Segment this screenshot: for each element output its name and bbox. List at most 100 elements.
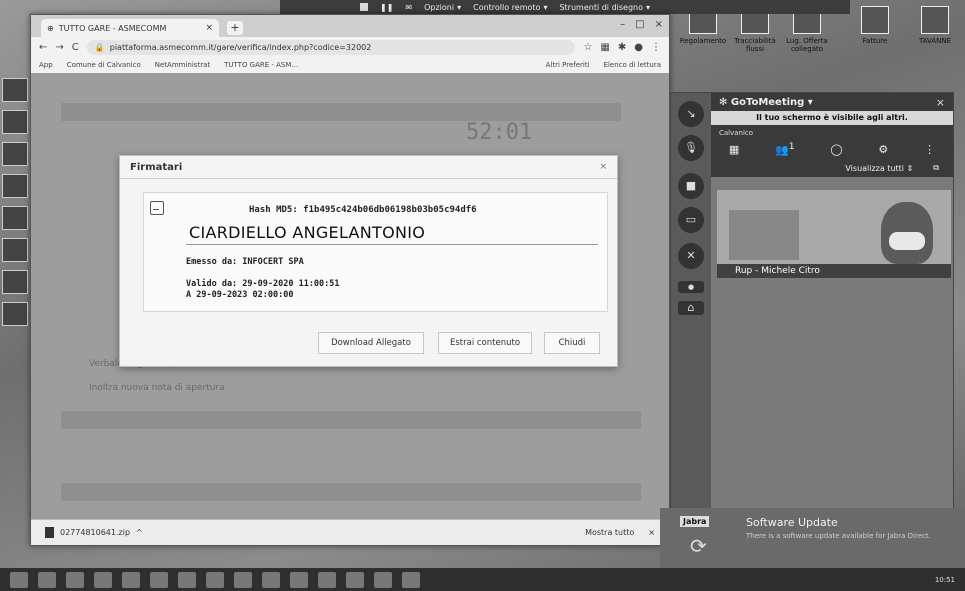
leave-meeting-icon[interactable]: ✕ <box>678 243 704 269</box>
refresh-icon: ⟳ <box>690 534 707 558</box>
desktop-item-label: Regolamento <box>679 37 727 45</box>
desktop-shortcut-icon[interactable] <box>2 142 28 166</box>
close-tab-icon[interactable]: × <box>205 23 213 33</box>
chevron-down-icon: ▾ <box>646 2 651 12</box>
collapse-icon[interactable]: ↘ <box>678 101 704 127</box>
taskbar-app-icon[interactable] <box>346 571 364 588</box>
toast-title: Software Update <box>746 516 838 529</box>
camera-icon[interactable]: ■ <box>678 173 704 199</box>
download-filename: 02774810641.zip <box>60 528 131 537</box>
desktop-shortcut-icon[interactable] <box>2 206 28 230</box>
extension-icon[interactable]: ▦ <box>600 42 609 53</box>
browser-tab[interactable]: ⊕ TUTTO GARE - ASMECOMM × <box>41 19 219 37</box>
video-background <box>729 210 799 260</box>
puzzle-icon[interactable]: ✱ <box>618 42 626 53</box>
remote-control-menu[interactable]: Controllo remoto ▾ <box>473 3 547 12</box>
chat-icon[interactable]: ✉ <box>405 3 412 12</box>
download-attachment-button[interactable]: Download Allegato <box>318 332 424 354</box>
toast-body: There is a software update available for… <box>746 532 931 540</box>
settings-icon[interactable]: ⚙ <box>878 143 888 156</box>
view-all-toggle[interactable]: Visualizza tutti ⇕ <box>845 164 913 173</box>
star-icon[interactable]: ☆ <box>583 42 592 53</box>
certificate-icon <box>150 201 164 215</box>
desktop-shortcut-icon[interactable] <box>2 302 28 326</box>
show-all-downloads-link[interactable]: Mostra tutto <box>585 528 634 537</box>
url-bar[interactable]: 🔒 piattaforma.asmecomm.it/gare/verifica/… <box>86 39 576 55</box>
bookmark-item[interactable]: Altri Preferiti <box>546 61 590 69</box>
lock-icon[interactable]: ⌂ <box>678 301 704 315</box>
menu-icon[interactable]: ⋮ <box>651 42 661 53</box>
participant-name: Rup - Michele Citro <box>717 264 951 278</box>
taskbar-app-icon[interactable] <box>206 571 224 588</box>
desktop-shortcut-icon[interactable] <box>2 174 28 198</box>
desktop-shortcut-icon[interactable] <box>2 110 28 134</box>
desktop-shortcut-icon[interactable] <box>2 238 28 262</box>
attendee-count: 1 <box>788 141 795 153</box>
taskbar-app-icon[interactable] <box>234 571 252 588</box>
download-item[interactable]: 02774810641.zip ^ <box>45 527 143 538</box>
window-controls: – □ × <box>620 19 663 30</box>
pause-icon[interactable]: ❚❚ <box>380 3 393 12</box>
grid-view-icon[interactable]: ▦ <box>729 143 739 156</box>
taskbar-app-icon[interactable] <box>178 571 196 588</box>
globe-icon: ⊕ <box>47 23 54 33</box>
dialog-close-button[interactable]: × <box>599 162 607 172</box>
reload-icon[interactable]: C <box>72 42 79 53</box>
extract-content-button[interactable]: Estrai contenuto <box>438 332 532 354</box>
taskbar-app-icon[interactable] <box>374 571 392 588</box>
view-options-row: Visualizza tutti ⇕ ⧉ <box>711 159 953 177</box>
desktop-shortcut-icon[interactable] <box>2 78 28 102</box>
bookmark-item[interactable]: Comune di Calvanico <box>67 61 141 69</box>
attendees-icon[interactable]: 👥1 <box>775 141 795 157</box>
close-button[interactable]: Chiudi <box>544 332 600 354</box>
maximize-icon[interactable]: □ <box>635 19 644 30</box>
microphone-icon[interactable]: 🎙 <box>678 135 704 161</box>
taskbar-app-icon[interactable] <box>402 571 420 588</box>
certificate-issuer: Emesso da: INFOCERT SPA <box>186 257 304 267</box>
video-tile[interactable]: Rup - Michele Citro <box>717 190 951 278</box>
back-icon[interactable]: ← <box>39 42 47 53</box>
bookmark-item[interactable]: NetAmministrat <box>155 61 210 69</box>
desktop-item-label: Tracciabilità flussi <box>734 37 776 53</box>
dialog-title: Firmatari <box>130 161 183 173</box>
screen-share-icon[interactable]: ▭ <box>678 207 704 233</box>
view-all-label: Visualizza tutti <box>845 163 905 173</box>
options-menu[interactable]: Opzioni ▾ <box>424 3 461 12</box>
taskbar-app-icon[interactable] <box>38 571 56 588</box>
bookmark-item[interactable]: App <box>39 61 53 69</box>
tab-strip: ⊕ TUTTO GARE - ASMECOMM × + – □ × <box>31 15 669 37</box>
desktop-item-4[interactable]: Fatture <box>851 6 899 45</box>
taskbar-app-icon[interactable] <box>150 571 168 588</box>
software-update-toast[interactable]: Jabra ⟳ Software Update There is a softw… <box>660 508 965 568</box>
profile-icon[interactable]: ● <box>634 42 643 53</box>
taskbar-app-icon[interactable] <box>94 571 112 588</box>
bookmarks-bar: App Comune di Calvanico NetAmministrat T… <box>31 57 669 74</box>
chat-icon[interactable]: ◯ <box>830 143 842 156</box>
close-window-icon[interactable]: × <box>655 19 663 30</box>
taskbar-app-icon[interactable] <box>122 571 140 588</box>
taskbar-app-icon[interactable] <box>318 571 336 588</box>
chevron-up-icon[interactable]: ^ <box>136 528 143 537</box>
taskbar-app-icon[interactable] <box>262 571 280 588</box>
close-icon[interactable]: × <box>936 96 945 109</box>
gtm-title-text: GoToMeeting <box>730 97 805 108</box>
desktop-shortcut-icon[interactable] <box>2 270 28 294</box>
desktop-item-5[interactable]: TAVANNE <box>911 6 959 45</box>
signer-name: CIARDIELLO ANGELANTONIO <box>189 223 426 242</box>
start-icon[interactable] <box>10 571 28 588</box>
new-tab-button[interactable]: + <box>227 21 243 35</box>
taskbar-app-icon[interactable] <box>66 571 84 588</box>
bookmark-item[interactable]: TUTTO GARE - ASM... <box>224 61 298 69</box>
minimize-icon[interactable]: – <box>620 19 625 30</box>
taskbar-app-icon[interactable] <box>290 571 308 588</box>
gtm-sidebar: ↘ 🎙 ■ ▭ ✕ ● ⌂ <box>671 93 711 508</box>
bookmark-item[interactable]: Elenco di lettura <box>604 61 661 69</box>
forward-icon[interactable]: → <box>55 42 63 53</box>
close-download-bar-button[interactable]: × <box>648 528 655 537</box>
monitor-icon[interactable] <box>360 3 368 11</box>
drawing-tools-menu[interactable]: Strumenti di disegno ▾ <box>559 3 650 12</box>
popout-icon[interactable]: ⧉ <box>933 163 939 173</box>
more-icon[interactable]: ⋮ <box>924 143 935 156</box>
clock[interactable]: 10:51 <box>935 576 955 584</box>
record-icon[interactable]: ● <box>678 281 704 293</box>
